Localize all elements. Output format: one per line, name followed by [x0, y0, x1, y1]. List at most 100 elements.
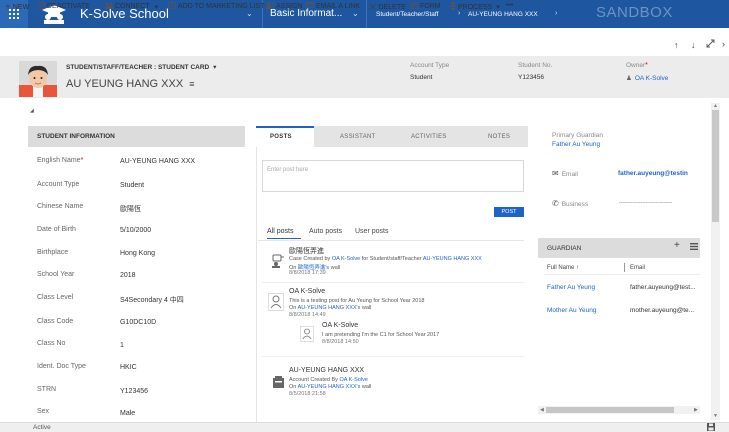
more-commands-button[interactable]: •••	[506, 2, 513, 9]
guardian-grid-title: GUARDIAN	[547, 245, 582, 252]
account-created-icon	[268, 372, 288, 392]
post-wall-link[interactable]: AU-YEUNG HANG XXX's	[298, 384, 361, 390]
column-full-name[interactable]: Full Name ↑	[547, 265, 579, 271]
overflow-chevron-right-icon[interactable]: ›	[722, 39, 725, 49]
chinese-name-label: Chinese Name	[37, 203, 84, 210]
new-button[interactable]: + NEW	[5, 2, 29, 13]
grid-view-menu-icon[interactable]	[690, 243, 698, 250]
owner-link[interactable]: ♟ OA K-Solve	[626, 74, 668, 82]
reply-title: OA K-Solve	[322, 322, 359, 329]
post-input-placeholder: Enter post here	[267, 167, 309, 173]
sex-field[interactable]: Male	[120, 410, 135, 417]
expand-icon[interactable]	[706, 39, 715, 50]
tab-activities[interactable]: ACTIVITIES	[411, 134, 447, 140]
plus-icon: +	[5, 2, 11, 13]
connect-chevron-down-icon[interactable]: ▾	[155, 3, 159, 11]
marketing-list-icon	[168, 2, 176, 11]
filter-user-posts[interactable]: User posts	[355, 228, 388, 235]
record-menu-icon[interactable]: ≡	[189, 79, 194, 89]
nav-section-chevron-down-icon[interactable]: ⌄	[352, 9, 359, 18]
horizontal-scrollbar-thumb[interactable]	[546, 407, 674, 413]
business-phone-field[interactable]: --------------------------------	[619, 200, 672, 206]
reply-user-avatar-icon	[300, 326, 314, 342]
english-name-field[interactable]: AU-YEUNG HANG XXX	[120, 158, 195, 165]
entity-form-selector[interactable]: STUDENT/STAFF/TEACHER : STUDENT CARD ▾	[66, 63, 216, 71]
delete-button[interactable]: ✕ DELETE	[369, 2, 406, 13]
student-avatar[interactable]	[19, 61, 57, 97]
post-input[interactable]	[262, 160, 524, 192]
scroll-down-arrow-icon[interactable]: ▼	[713, 413, 718, 419]
deactivate-button[interactable]: DEACTIVATE	[38, 2, 90, 11]
delete-x-icon: ✕	[369, 2, 377, 12]
class-code-field[interactable]: G10DC10D	[120, 319, 156, 326]
email-a-link-button[interactable]: EMAIL A LINK	[306, 2, 360, 10]
filter-all-posts[interactable]: All posts	[267, 228, 293, 235]
birthplace-field[interactable]: Hong Kong	[120, 250, 155, 257]
nav-divider	[366, 0, 367, 28]
post-author-link[interactable]: OA K-Solve	[339, 377, 367, 383]
school-year-field[interactable]: 2018	[120, 272, 136, 279]
guardian-name-link[interactable]: Father Au Yeung	[547, 284, 595, 291]
breadcrumb-record[interactable]: AU-YEUNG HANG XXX	[468, 11, 538, 18]
post-wall: On AU-YEUNG HANG XXX's wall	[289, 305, 372, 311]
column-divider	[624, 263, 625, 272]
filter-divider	[258, 240, 524, 241]
add-to-marketing-list-button[interactable]: ADD TO MARKETING LIST	[168, 2, 264, 11]
strn-field[interactable]: Y123456	[120, 388, 148, 395]
next-record-arrow-icon[interactable]: ↓	[691, 40, 696, 50]
email-label: ✉ Email	[552, 169, 578, 178]
post-body: Case Created by OA K-Solve for Student/s…	[289, 256, 482, 262]
scroll-up-arrow-icon[interactable]: ▲	[713, 103, 718, 109]
class-code-label: Class Code	[37, 318, 74, 325]
account-type-field[interactable]: Student	[120, 182, 144, 189]
owner-label: Owner*	[626, 62, 648, 69]
chinese-name-field[interactable]: 歐陽恆	[120, 204, 141, 214]
post-record-link[interactable]: AU-YEUNG HANG XXX	[423, 256, 482, 262]
post-divider	[262, 356, 524, 357]
form-icon	[410, 2, 418, 11]
email-link-icon	[306, 2, 314, 10]
sex-label: Sex	[37, 408, 50, 415]
collapse-section-icon[interactable]: ◢	[30, 108, 34, 114]
ident-doc-type-field[interactable]: HKIC	[120, 364, 137, 371]
class-level-field[interactable]: S4Secondary 4 中四	[120, 295, 184, 305]
form-button[interactable]: FORM	[410, 2, 441, 11]
date-of-birth-field[interactable]: 5/10/2000	[120, 227, 151, 234]
tab-assistant[interactable]: ASSISTANT	[340, 134, 376, 140]
save-icon[interactable]	[707, 423, 715, 431]
tab-notes[interactable]: NOTES	[488, 134, 510, 140]
assign-button[interactable]: ASSIGN	[266, 2, 302, 11]
breadcrumb-chevron-right-icon[interactable]: ›	[555, 10, 557, 17]
post-title: 歐陽恆弄進	[289, 248, 324, 255]
post-author-link[interactable]: OA K-Solve	[332, 256, 360, 262]
guardian-email-cell: father.auyeung@test...	[630, 284, 696, 291]
post-date: 8/8/2018 17:39	[289, 270, 326, 276]
guardian-email-cell: mother.auyeung@te...	[630, 307, 695, 314]
post-wall-link[interactable]: AU-YEUNG HANG XXX's	[298, 305, 361, 311]
grid-row-divider	[544, 274, 700, 275]
post-body: This is a testing post for Au Yeung for …	[289, 298, 425, 304]
required-asterisk-icon: *	[80, 157, 84, 164]
primary-guardian-link[interactable]: Father Au Yeung	[552, 141, 600, 148]
add-guardian-plus-icon[interactable]: +	[674, 240, 680, 251]
email-value-link[interactable]: father.auyeung@testin	[618, 170, 688, 177]
student-photo	[19, 61, 57, 97]
scroll-right-arrow-icon[interactable]: ▶	[694, 407, 698, 413]
connect-button[interactable]: CONNECT ▾	[105, 2, 158, 11]
process-chevron-down-icon[interactable]: ▾	[496, 3, 500, 11]
process-button[interactable]: PROCESS ▾	[450, 2, 500, 12]
post-title: OA K-Solve	[289, 288, 326, 295]
tab-posts[interactable]: POSTS	[270, 134, 292, 140]
scroll-left-arrow-icon[interactable]: ◀	[540, 407, 544, 413]
post-body: Account Created By OA K-Solve	[289, 377, 368, 383]
post-button[interactable]: POST	[494, 207, 524, 217]
filter-auto-posts[interactable]: Auto posts	[309, 228, 342, 235]
vertical-scrollbar-thumb[interactable]	[712, 110, 719, 222]
previous-record-arrow-icon[interactable]: ↑	[674, 40, 679, 50]
post-date: 8/5/2018 21:58	[289, 391, 326, 397]
phone-icon: ✆	[552, 199, 559, 208]
class-no-field[interactable]: 1	[120, 342, 124, 349]
connect-icon	[105, 2, 113, 11]
guardian-name-link[interactable]: Mother Au Yeung	[547, 307, 597, 314]
column-email[interactable]: Email	[630, 265, 645, 271]
